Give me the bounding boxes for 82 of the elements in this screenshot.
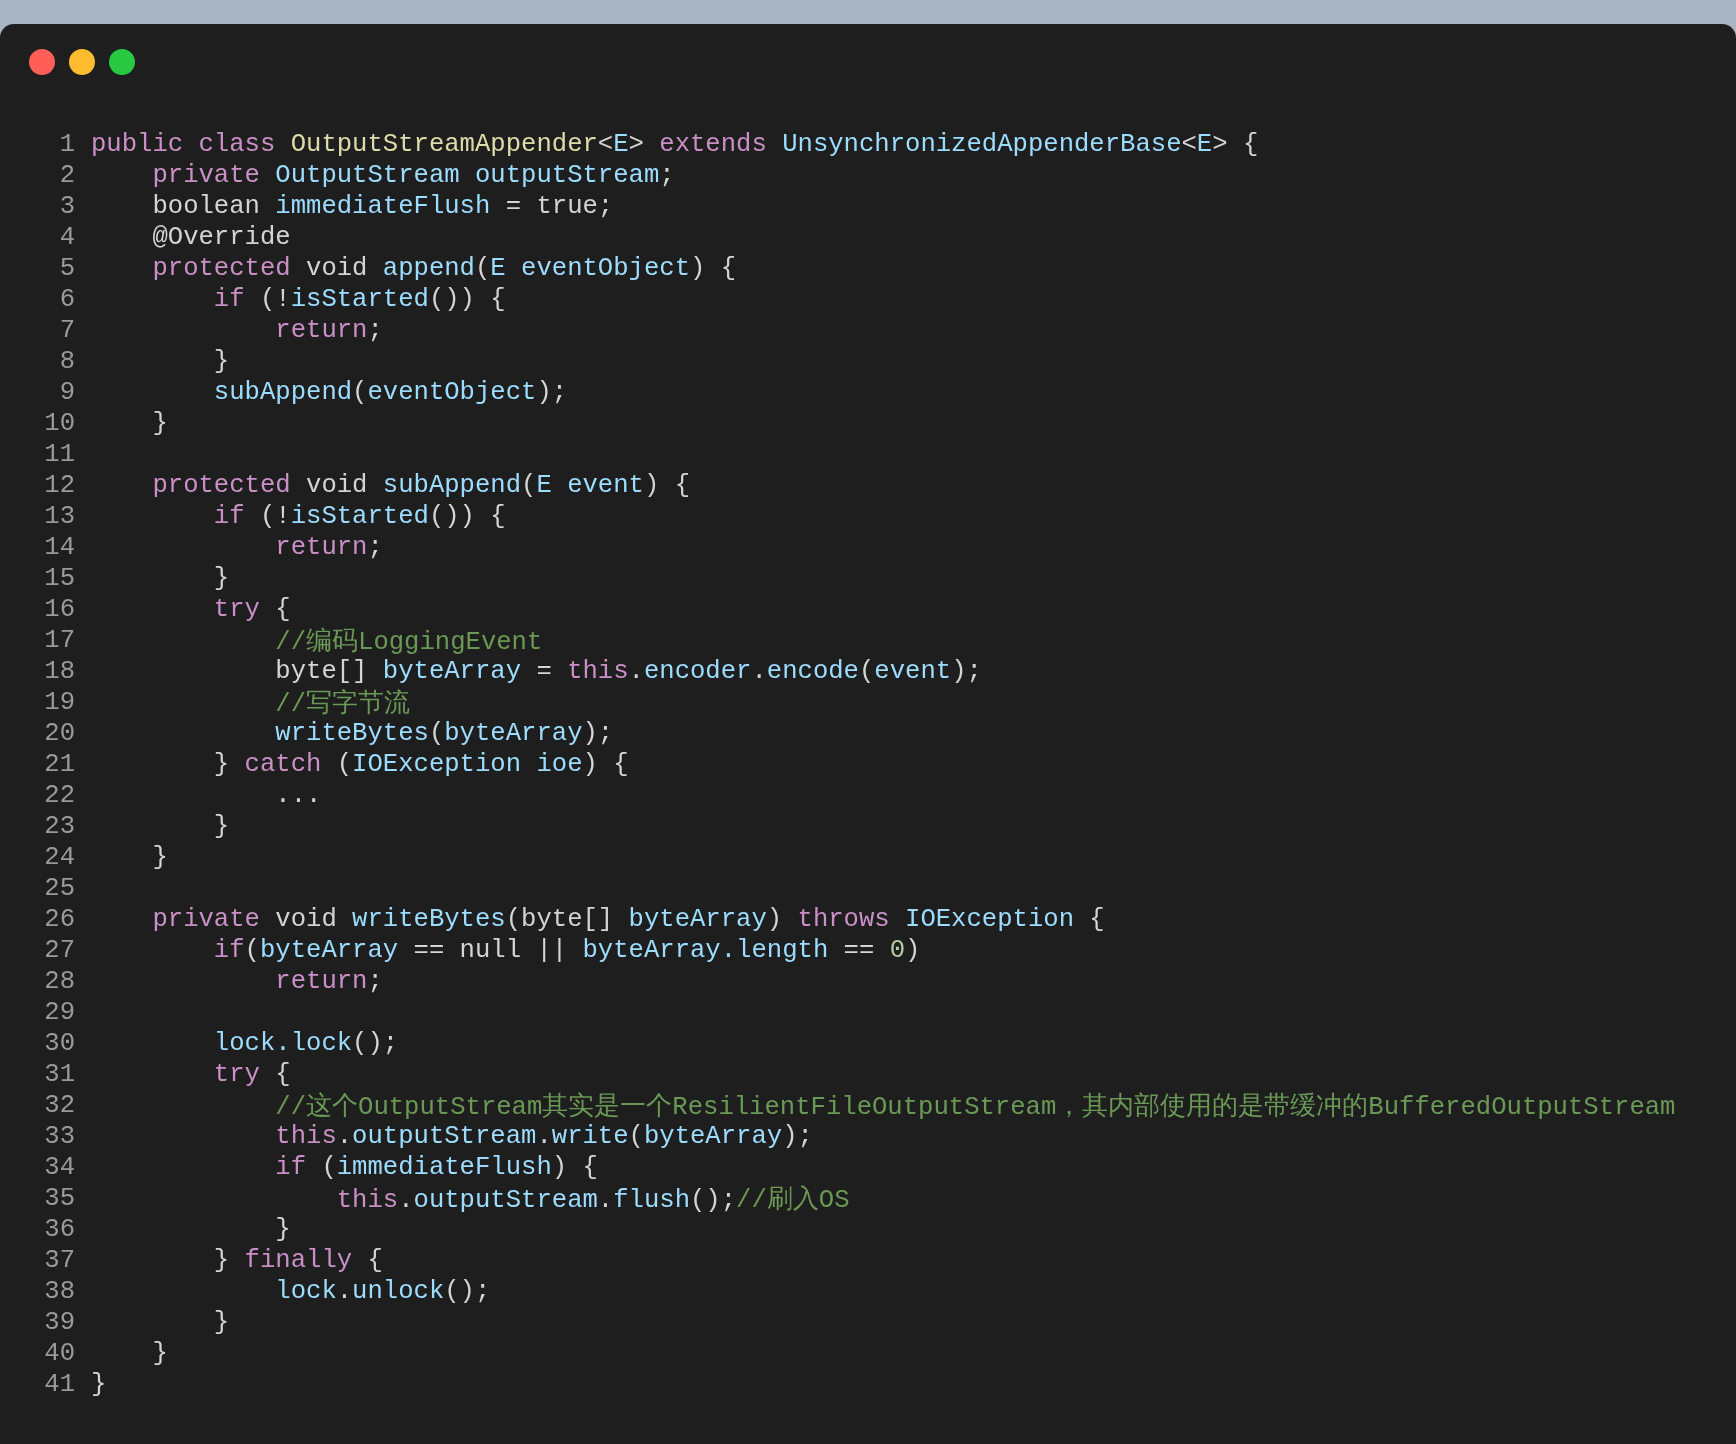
code-comment: //写字节流 — [274, 688, 411, 720]
line-number: 16 — [43, 595, 75, 624]
line-number: 21 — [43, 750, 75, 779]
code-line: } — [151, 1339, 168, 1368]
line-number: 6 — [58, 285, 75, 314]
line-number: 14 — [43, 533, 75, 562]
code-comment: //这个OutputStream其实是一个ResilientFileOutputStream，其内部使用的是带缓冲的BufferedOutputStream — [274, 1091, 1676, 1123]
code-line: if(byteArray == null || byteArray.length == 0) — [212, 936, 921, 965]
code-line: public class OutputStreamAppender<E> extends UnsynchronizedAppenderBase<E> { — [91, 130, 1259, 159]
line-number: 36 — [43, 1215, 75, 1244]
line-number: 29 — [43, 998, 75, 1027]
code-line: try { — [212, 595, 291, 624]
code-line: ... — [274, 781, 322, 810]
code-line: return; — [274, 967, 383, 996]
code-line: try { — [212, 1060, 291, 1089]
line-number: 26 — [43, 905, 75, 934]
code-line: writeBytes(byteArray); — [274, 719, 614, 748]
code-line: if (!isStarted()) { — [212, 502, 506, 531]
line-number: 9 — [58, 378, 75, 407]
line-number: 30 — [43, 1029, 75, 1058]
code-line: } — [212, 347, 230, 376]
line-number: 25 — [43, 874, 75, 903]
window-control-button[interactable] — [69, 49, 95, 75]
window-control-button[interactable] — [109, 49, 135, 75]
code-line: @Override — [151, 223, 291, 252]
line-number: 22 — [43, 781, 75, 810]
line-number: 32 — [43, 1091, 75, 1120]
code-line: } — [212, 812, 230, 841]
line-number: 31 — [43, 1060, 75, 1089]
line-number: 3 — [58, 192, 75, 221]
line-number: 37 — [43, 1246, 75, 1275]
code-line: lock.unlock(); — [274, 1277, 491, 1306]
line-number: 28 — [43, 967, 75, 996]
line-number: 39 — [43, 1308, 75, 1337]
code-line: } — [151, 409, 168, 438]
line-number: 12 — [43, 471, 75, 500]
code-line: protected void subAppend(E event) { — [151, 471, 690, 500]
line-number: 27 — [43, 936, 75, 965]
code-line: return; — [274, 316, 383, 345]
line-number: 2 — [58, 161, 75, 190]
line-number: 41 — [43, 1370, 75, 1399]
line-number: 17 — [43, 626, 75, 655]
code-line: } — [91, 1370, 107, 1399]
line-number: 8 — [58, 347, 75, 376]
line-number: 15 — [43, 564, 75, 593]
line-number: 38 — [43, 1277, 75, 1306]
code-line: lock.lock(); — [212, 1029, 399, 1058]
line-number: 35 — [43, 1184, 75, 1213]
code-line: } — [212, 564, 230, 593]
code-line: this.outputStream.flush();//刷入OS — [335, 1184, 850, 1216]
line-number: 19 — [43, 688, 75, 717]
line-number: 13 — [43, 502, 75, 531]
line-number: 5 — [58, 254, 75, 283]
code-line: return; — [274, 533, 383, 562]
line-number: 1 — [58, 130, 75, 159]
code-line: } finally { — [212, 1246, 383, 1275]
line-number: 40 — [43, 1339, 75, 1368]
line-number: 33 — [43, 1122, 75, 1151]
code-line: this.outputStream.write(byteArray); — [274, 1122, 813, 1151]
code-line: protected void append(E eventObject) { — [151, 254, 737, 283]
code-line: } catch (IOException ioe) { — [212, 750, 629, 779]
code-line: } — [212, 1308, 230, 1337]
code-line: if (immediateFlush) { — [274, 1153, 598, 1182]
line-number: 18 — [43, 657, 75, 686]
line-number: 7 — [58, 316, 75, 345]
code-line: if (!isStarted()) { — [212, 285, 506, 314]
line-number: 4 — [58, 223, 75, 252]
code-comment: //编码LoggingEvent — [274, 626, 543, 658]
code-line: private OutputStream outputStream; — [151, 161, 675, 190]
code-line: byte[] byteArray = this.encoder.encode(event); — [274, 657, 982, 686]
code-line: boolean immediateFlush = true; — [151, 192, 614, 221]
line-number: 20 — [43, 719, 75, 748]
line-number: 23 — [43, 812, 75, 841]
line-number: 10 — [43, 409, 75, 438]
code-line: } — [274, 1215, 291, 1244]
line-number: 24 — [43, 843, 75, 872]
code-line: private void writeBytes(byte[] byteArray) throws IOException { — [151, 905, 1105, 934]
code-line: } — [151, 843, 168, 872]
line-number: 34 — [43, 1153, 75, 1182]
window-control-button[interactable] — [29, 49, 55, 75]
code-line: subAppend(eventObject); — [212, 378, 568, 407]
line-number: 11 — [43, 440, 75, 469]
